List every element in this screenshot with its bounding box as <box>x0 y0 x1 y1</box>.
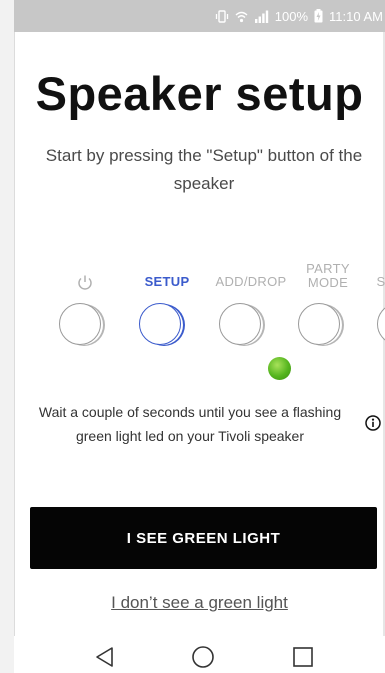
back-triangle-icon[interactable] <box>92 644 118 670</box>
battery-percent: 100% <box>274 8 309 24</box>
green-led-indicator <box>268 357 291 380</box>
see-green-light-button[interactable]: I SEE GREEN LIGHT <box>30 507 377 569</box>
speaker-extra-button <box>377 303 385 345</box>
page-title: Speaker setup <box>35 67 364 120</box>
instruction-text: Wait a couple of seconds until you see a… <box>38 404 342 444</box>
clock: 11:10 AM <box>329 8 383 24</box>
power-icon <box>76 274 94 290</box>
speaker-power-button <box>59 303 101 345</box>
app-screen: 100% 11:10 AM Speaker setup Start by pre… <box>0 0 385 673</box>
wifi-icon <box>235 10 248 23</box>
speaker-button-label-power <box>60 274 110 292</box>
home-circle-icon[interactable] <box>190 644 216 670</box>
speaker-button-label-partial: S <box>376 274 385 289</box>
recents-square-icon[interactable] <box>290 644 316 670</box>
page-subtitle: Start by pressing the "Setup" button of … <box>45 146 363 193</box>
speaker-button-label-add-drop: ADD/DROP <box>215 274 287 289</box>
speaker-party-mode-button <box>298 303 340 345</box>
info-icon[interactable] <box>365 415 381 431</box>
no-green-light-link[interactable]: I don’t see a green light <box>14 593 385 613</box>
battery-charging-icon <box>314 9 323 23</box>
speaker-setup-button <box>139 303 181 345</box>
speaker-button-label-party-mode: PARTY MODE <box>306 261 350 290</box>
navigation-bar <box>14 636 385 673</box>
signal-icon <box>254 10 269 23</box>
status-bar: 100% 11:10 AM <box>14 0 385 32</box>
left-edge <box>0 0 15 673</box>
speaker-add-drop-button <box>219 303 261 345</box>
vibrate-icon <box>215 9 229 23</box>
speaker-button-label-setup: SETUP <box>144 274 190 289</box>
